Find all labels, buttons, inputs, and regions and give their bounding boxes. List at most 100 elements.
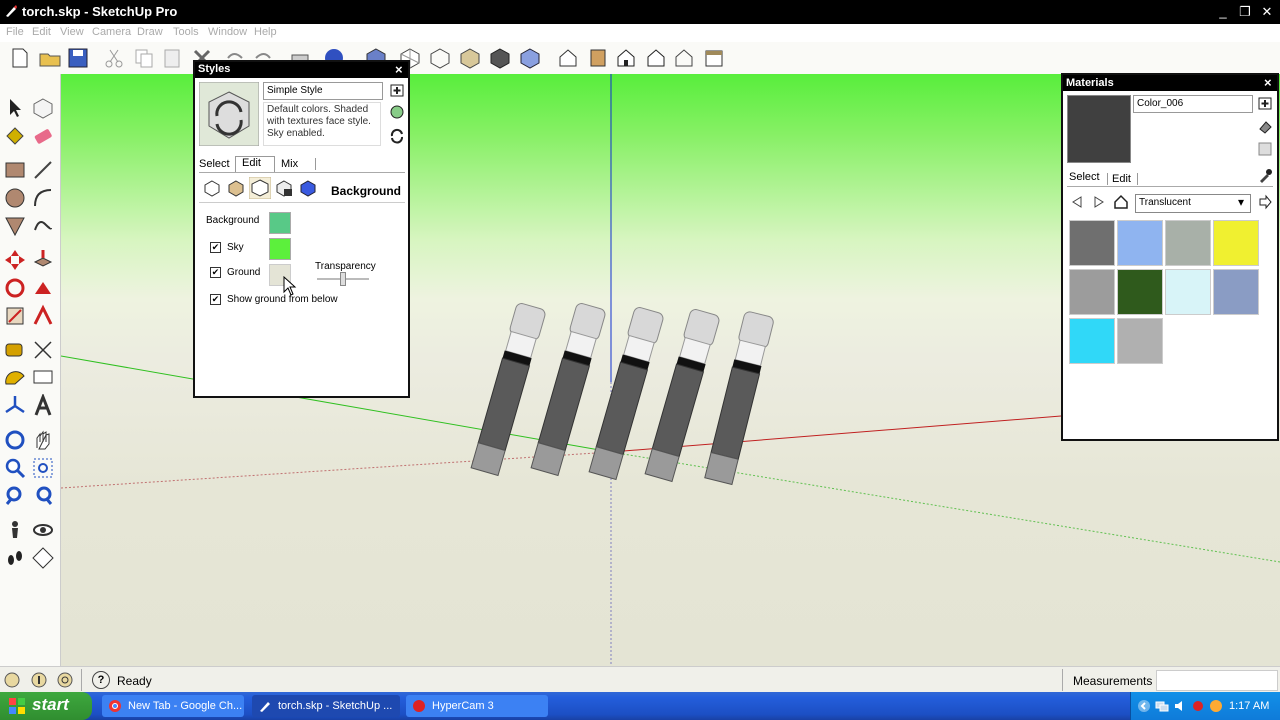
modeling-settings-icon[interactable] (299, 179, 317, 197)
network-icon[interactable] (1155, 699, 1169, 713)
position-camera-icon[interactable] (3, 518, 27, 542)
material-swatch-translucent-green[interactable] (1117, 269, 1163, 315)
current-material-preview[interactable] (1067, 95, 1131, 163)
materials-panel-close-icon[interactable]: × (1264, 75, 1272, 90)
scale-tool-icon[interactable] (3, 304, 27, 328)
styles-panel-header[interactable]: Styles × (195, 62, 408, 78)
walk-tool-icon[interactable] (3, 546, 27, 570)
axes-tool-icon[interactable] (3, 394, 27, 418)
push-pull-tool-icon[interactable] (31, 248, 55, 272)
pan-tool-icon[interactable] (31, 428, 55, 452)
material-swatch-translucent-frosted[interactable] (1213, 269, 1259, 315)
house-view-front-icon[interactable] (614, 46, 638, 70)
offset-tool-icon[interactable] (31, 304, 55, 328)
new-file-icon[interactable] (8, 46, 32, 70)
menu-camera[interactable]: Camera (92, 26, 131, 38)
maximize-button[interactable]: ❐ (1236, 4, 1254, 20)
tab-select[interactable]: Select (199, 158, 230, 170)
edge-settings-icon[interactable] (203, 179, 221, 197)
materials-panel-header[interactable]: Materials × (1063, 75, 1277, 91)
text-tool-icon[interactable] (31, 366, 55, 390)
menu-view[interactable]: View (60, 26, 84, 38)
details-arrow-icon[interactable] (1257, 194, 1273, 210)
cut-icon[interactable] (102, 46, 126, 70)
menu-help[interactable]: Help (254, 26, 277, 38)
measurements-input[interactable] (1156, 670, 1278, 691)
close-button[interactable]: ✕ (1258, 4, 1276, 20)
help-icon[interactable]: ? (92, 671, 110, 689)
material-swatch-translucent-cyan[interactable] (1069, 318, 1115, 364)
textured-style-icon[interactable] (488, 46, 512, 70)
freehand-tool-icon[interactable] (31, 214, 55, 238)
section-plane-icon[interactable] (31, 546, 55, 570)
menu-window[interactable]: Window (208, 26, 247, 38)
sample-paint-icon[interactable] (1257, 141, 1273, 157)
geo-location-icon[interactable] (3, 671, 21, 689)
select-arrow-icon[interactable] (3, 96, 27, 120)
orbit-tool-icon[interactable] (3, 428, 27, 452)
collection-dropdown[interactable]: Translucent ▾ (1135, 194, 1251, 213)
tape-measure-icon[interactable] (3, 338, 27, 362)
create-material-icon[interactable] (1257, 95, 1273, 111)
dimension-tool-icon[interactable] (31, 338, 55, 362)
house-view-back-icon[interactable] (672, 46, 696, 70)
ground-checkbox[interactable]: ✔ (210, 267, 221, 278)
materials-tab-select[interactable]: Select (1069, 171, 1100, 183)
task-hypercam[interactable]: HyperCam 3 (406, 695, 548, 717)
house-view-iso-icon[interactable] (556, 46, 580, 70)
start-button[interactable]: start (0, 692, 92, 720)
style-description[interactable]: Default colors. Shaded with textures fac… (263, 102, 381, 146)
circle-tool-icon[interactable] (3, 186, 27, 210)
default-paint-icon[interactable] (1257, 119, 1273, 135)
material-name-field[interactable]: Color_006 (1133, 95, 1253, 113)
material-swatch-translucent-speckle[interactable] (1117, 318, 1163, 364)
house-view-right-icon[interactable] (644, 46, 668, 70)
material-swatch-translucent-glass-block[interactable] (1069, 220, 1115, 266)
minimize-button[interactable]: _ (1214, 4, 1232, 20)
zoom-extents-icon[interactable] (31, 484, 55, 508)
task-chrome[interactable]: New Tab - Google Ch... (102, 695, 244, 717)
material-swatch-translucent-glass-ribbed[interactable] (1165, 220, 1211, 266)
zoom-window-icon[interactable] (31, 456, 55, 480)
eraser-icon[interactable] (31, 124, 55, 148)
task-sketchup[interactable]: torch.skp - SketchUp ... (252, 695, 400, 717)
rotate-tool-icon[interactable] (3, 276, 27, 300)
shaded-style-icon[interactable] (458, 46, 482, 70)
tab-edit[interactable]: Edit (235, 156, 275, 172)
arc-tool-icon[interactable] (31, 186, 55, 210)
look-around-icon[interactable] (31, 518, 55, 542)
line-tool-icon[interactable] (31, 158, 55, 182)
transparency-slider-thumb[interactable] (340, 272, 346, 286)
make-component-icon[interactable] (31, 96, 55, 120)
menu-draw[interactable]: Draw (137, 26, 163, 38)
show-ground-checkbox[interactable]: ✔ (210, 294, 221, 305)
material-swatch-translucent-diamond[interactable] (1165, 269, 1211, 315)
monochrome-style-icon[interactable] (518, 46, 542, 70)
background-color-swatch[interactable] (269, 212, 291, 234)
paste-icon[interactable] (160, 46, 184, 70)
zoom-tool-icon[interactable] (3, 456, 27, 480)
previous-view-icon[interactable] (3, 484, 27, 508)
material-swatch-translucent-yellow[interactable] (1213, 220, 1259, 266)
style-name-field[interactable]: Simple Style (263, 82, 383, 100)
menu-edit[interactable]: Edit (32, 26, 51, 38)
house-view-left-icon[interactable] (702, 46, 726, 70)
sky-checkbox[interactable]: ✔ (210, 242, 221, 253)
styles-panel-close-icon[interactable]: × (395, 62, 403, 77)
forward-arrow-icon[interactable] (1091, 194, 1107, 210)
refresh-style-icon[interactable] (389, 128, 405, 144)
materials-tab-edit[interactable]: Edit (1107, 173, 1138, 185)
paint-bucket-icon[interactable] (3, 124, 27, 148)
follow-me-tool-icon[interactable] (31, 276, 55, 300)
chrome-tray-icon[interactable] (1209, 699, 1223, 713)
material-swatch-translucent-gray[interactable] (1069, 269, 1115, 315)
watermark-settings-icon[interactable] (275, 179, 293, 197)
back-arrow-icon[interactable] (1069, 194, 1085, 210)
home-icon[interactable] (1113, 194, 1129, 210)
face-settings-icon[interactable] (227, 179, 245, 197)
eyedropper-icon[interactable] (1257, 168, 1273, 184)
rectangle-tool-icon[interactable] (3, 158, 27, 182)
update-style-icon[interactable] (389, 104, 405, 120)
hypercam-tray-icon[interactable] (1191, 699, 1205, 713)
chevron-down-icon[interactable]: ▾ (1238, 195, 1244, 209)
